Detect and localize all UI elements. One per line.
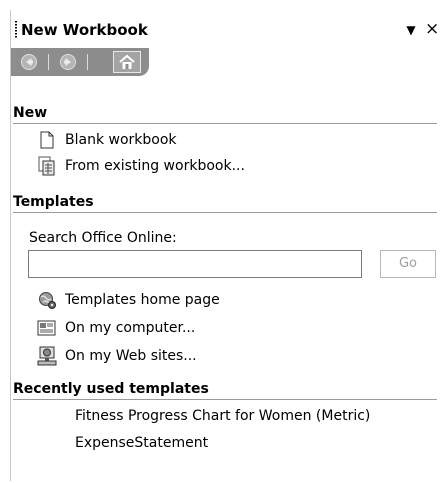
recent-template-item[interactable]: Fitness Progress Chart for Women (Metric… (75, 406, 370, 426)
navigation-bar (11, 48, 149, 76)
blank-document-icon (37, 130, 57, 150)
forward-button[interactable] (56, 52, 80, 72)
blank-workbook-link[interactable]: Blank workbook (37, 129, 177, 151)
from-existing-workbook-label: From existing workbook... (65, 158, 245, 174)
web-sites-icon (37, 346, 57, 366)
on-my-computer-link[interactable]: On my computer... (37, 317, 195, 339)
back-arrow-icon (21, 54, 37, 70)
back-button[interactable] (17, 52, 41, 72)
computer-templates-icon (37, 318, 57, 338)
task-pane-title: New Workbook (21, 21, 148, 39)
templates-home-page-label: Templates home page (65, 292, 220, 308)
on-my-computer-label: On my computer... (65, 320, 196, 336)
forward-arrow-icon (60, 54, 76, 70)
nav-separator (48, 54, 49, 70)
section-header-recently-used-templates: Recently used templates (13, 380, 437, 400)
drag-grip-icon[interactable] (15, 21, 17, 39)
go-button[interactable]: Go (380, 250, 436, 278)
search-office-online-label: Search Office Online: (29, 230, 177, 246)
recent-template-item[interactable]: ExpenseStatement (75, 433, 208, 453)
close-button[interactable]: × (425, 19, 439, 39)
on-my-web-sites-link[interactable]: On my Web sites... (37, 345, 197, 367)
task-pane: New Workbook ▼ × New Blank workbook From… (10, 10, 439, 481)
section-header-templates: Templates (13, 193, 437, 213)
globe-icon (37, 290, 57, 310)
on-my-web-sites-label: On my Web sites... (65, 348, 197, 364)
existing-workbook-icon (37, 156, 57, 176)
section-header-new: New (13, 104, 437, 124)
from-existing-workbook-link[interactable]: From existing workbook... (37, 155, 245, 177)
templates-home-page-link[interactable]: Templates home page (37, 289, 220, 311)
nav-separator (87, 54, 88, 70)
home-icon (119, 54, 135, 69)
blank-workbook-label: Blank workbook (65, 132, 177, 148)
task-pane-menu-button[interactable]: ▼ (403, 21, 419, 39)
search-office-online-input[interactable] (28, 250, 362, 278)
task-pane-title-bar: New Workbook ▼ × (11, 10, 439, 48)
home-button[interactable] (113, 51, 141, 73)
